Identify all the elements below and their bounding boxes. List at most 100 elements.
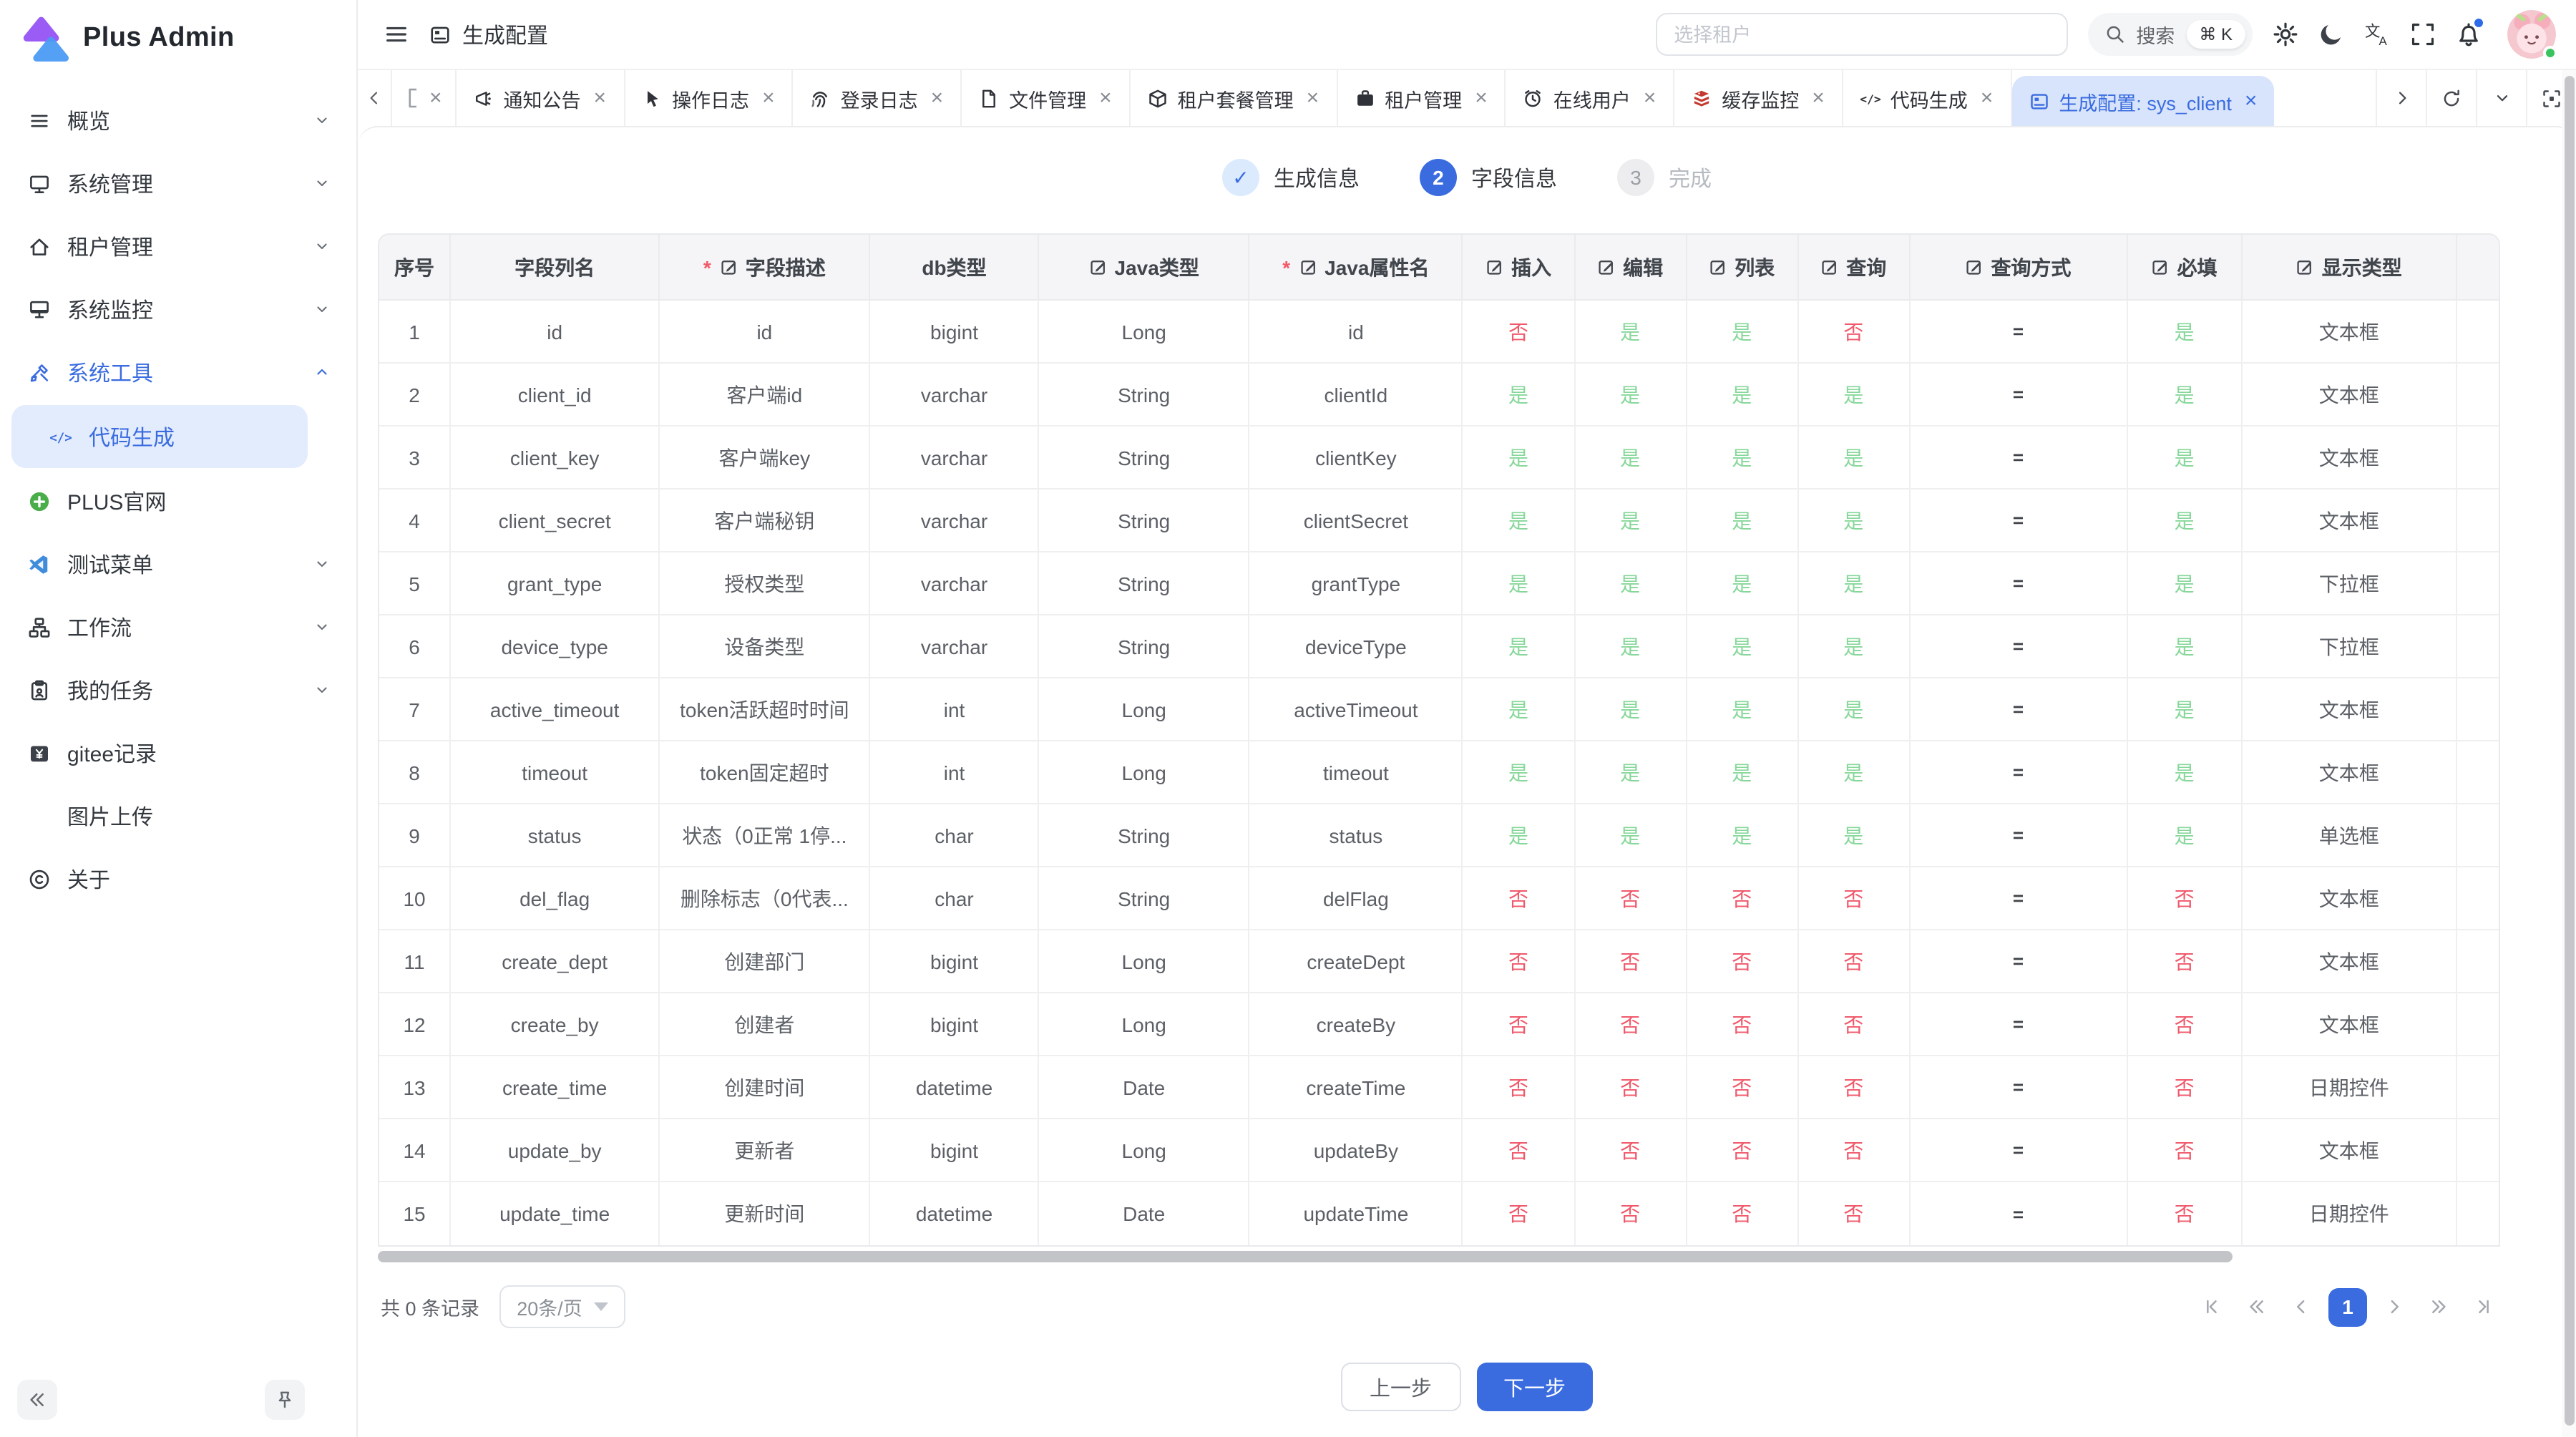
cell-list[interactable]: 否 — [1687, 1182, 1798, 1245]
cell-edit[interactable]: 是 — [1575, 364, 1687, 427]
cell-query_mode[interactable]: = — [1910, 301, 2127, 364]
cell-query[interactable]: 否 — [1798, 867, 1910, 930]
tab-close-icon[interactable]: × — [762, 87, 775, 109]
cell-query[interactable]: 是 — [1798, 489, 1910, 552]
cell-display[interactable]: 下拉框 — [2243, 615, 2457, 678]
cell-java_attr[interactable]: createBy — [1250, 993, 1463, 1056]
cell-java_attr[interactable]: updateBy — [1250, 1119, 1463, 1182]
cell-query_mode[interactable]: = — [1910, 1182, 2127, 1245]
cell-java_attr[interactable]: updateTime — [1250, 1182, 1463, 1245]
cell-display[interactable]: 文本框 — [2243, 741, 2457, 804]
cell-required[interactable]: 是 — [2128, 615, 2243, 678]
sidebar-item-tenant-manage[interactable]: 租户管理 — [0, 215, 356, 278]
cell-query_mode[interactable]: = — [1910, 364, 2127, 427]
tab-close-icon[interactable]: × — [1812, 87, 1825, 109]
cell-edit[interactable]: 否 — [1575, 1056, 1687, 1119]
settings-icon[interactable] — [2273, 21, 2298, 47]
notifications-button[interactable] — [2456, 21, 2482, 47]
first-page-button[interactable] — [2195, 1290, 2230, 1324]
prev-page-button[interactable] — [2284, 1290, 2318, 1324]
cell-query_mode[interactable]: = — [1910, 427, 2127, 489]
cell-insert[interactable]: 是 — [1463, 741, 1575, 804]
cell-display[interactable]: 单选框 — [2243, 804, 2457, 867]
current-page-button[interactable]: 1 — [2328, 1287, 2367, 1326]
cell-edit[interactable]: 是 — [1575, 552, 1687, 615]
cell-java_type[interactable]: Long — [1040, 301, 1250, 364]
cell-display[interactable]: 文本框 — [2243, 930, 2457, 993]
tabs-scroll-right-button[interactable] — [2376, 70, 2426, 126]
tab-1[interactable]: 通知公告× — [457, 70, 625, 126]
cell-query[interactable]: 否 — [1798, 1056, 1910, 1119]
cell-desc[interactable]: 删除标志（0代表... — [660, 867, 870, 930]
page-size-select[interactable]: 20条/页 — [499, 1285, 625, 1328]
cell-java_type[interactable]: String — [1040, 552, 1250, 615]
cell-query_mode[interactable]: = — [1910, 867, 2127, 930]
cell-list[interactable]: 是 — [1687, 552, 1798, 615]
cell-query_mode[interactable]: = — [1910, 489, 2127, 552]
cell-edit[interactable]: 否 — [1575, 993, 1687, 1056]
cell-edit[interactable]: 否 — [1575, 1119, 1687, 1182]
cell-query_mode[interactable]: = — [1910, 1056, 2127, 1119]
cell-query[interactable]: 否 — [1798, 1182, 1910, 1245]
refresh-tab-button[interactable] — [2426, 70, 2476, 126]
tab-close-icon[interactable]: × — [1981, 87, 1994, 109]
cell-desc[interactable]: 客户端key — [660, 427, 870, 489]
tab-9[interactable]: </>代码生成× — [1843, 70, 2012, 126]
cell-insert[interactable]: 否 — [1463, 867, 1575, 930]
cell-java_attr[interactable]: createTime — [1250, 1056, 1463, 1119]
cell-desc[interactable]: 设备类型 — [660, 615, 870, 678]
cell-java_attr[interactable]: id — [1250, 301, 1463, 364]
cell-query[interactable]: 是 — [1798, 741, 1910, 804]
cell-java_type[interactable]: Long — [1040, 678, 1250, 741]
pin-sidebar-button[interactable] — [265, 1380, 305, 1420]
cell-query_mode[interactable]: = — [1910, 678, 2127, 741]
cell-java_attr[interactable]: delFlag — [1250, 867, 1463, 930]
cell-required[interactable]: 是 — [2128, 489, 2243, 552]
next-5-pages-button[interactable] — [2421, 1290, 2456, 1324]
sidebar-item-gitee-log[interactable]: gitee记录 — [0, 721, 356, 784]
cell-insert[interactable]: 否 — [1463, 1119, 1575, 1182]
cell-insert[interactable]: 否 — [1463, 1182, 1575, 1245]
cell-insert[interactable]: 是 — [1463, 552, 1575, 615]
tab-5[interactable]: 租户套餐管理× — [1131, 70, 1338, 126]
cell-query[interactable]: 是 — [1798, 427, 1910, 489]
cell-list[interactable]: 否 — [1687, 930, 1798, 993]
cell-required[interactable]: 是 — [2128, 552, 2243, 615]
fullscreen-icon[interactable] — [2410, 21, 2436, 47]
cell-java_type[interactable]: Long — [1040, 993, 1250, 1056]
cell-desc[interactable]: 更新时间 — [660, 1182, 870, 1245]
cell-query_mode[interactable]: = — [1910, 741, 2127, 804]
table-hscrollbar-thumb[interactable] — [378, 1251, 2233, 1262]
cell-required[interactable]: 是 — [2128, 741, 2243, 804]
cell-insert[interactable]: 否 — [1463, 1056, 1575, 1119]
cell-edit[interactable]: 是 — [1575, 301, 1687, 364]
cell-required[interactable]: 是 — [2128, 427, 2243, 489]
cell-list[interactable]: 是 — [1687, 301, 1798, 364]
cell-java_type[interactable]: Long — [1040, 930, 1250, 993]
cell-java_attr[interactable]: grantType — [1250, 552, 1463, 615]
cell-insert[interactable]: 否 — [1463, 930, 1575, 993]
sidebar-item-overview[interactable]: 概览 — [0, 89, 356, 152]
sidebar-item-system-tools[interactable]: 系统工具 — [0, 341, 356, 404]
cell-query[interactable]: 是 — [1798, 678, 1910, 741]
tab-6[interactable]: 租户管理× — [1337, 70, 1506, 126]
cell-desc[interactable]: 创建时间 — [660, 1056, 870, 1119]
cell-desc[interactable]: id — [660, 301, 870, 364]
cell-desc[interactable]: 更新者 — [660, 1119, 870, 1182]
cell-display[interactable]: 文本框 — [2243, 1119, 2457, 1182]
sidebar-item-system-manage[interactable]: 系统管理 — [0, 152, 356, 215]
sidebar-item-about[interactable]: 关于 — [0, 847, 356, 910]
cell-edit[interactable]: 否 — [1575, 1182, 1687, 1245]
tab-2[interactable]: 操作日志× — [625, 70, 794, 126]
cell-edit[interactable]: 是 — [1575, 741, 1687, 804]
tab-10[interactable]: 生成配置: sys_client× — [2011, 76, 2274, 126]
cell-desc[interactable]: 客户端秘钥 — [660, 489, 870, 552]
window-vscrollbar-thumb[interactable] — [2564, 76, 2574, 1426]
cell-list[interactable]: 是 — [1687, 364, 1798, 427]
cell-list[interactable]: 否 — [1687, 1119, 1798, 1182]
global-search[interactable]: 搜索 ⌘ K — [2087, 13, 2253, 56]
cell-query_mode[interactable]: = — [1910, 615, 2127, 678]
cell-java_type[interactable]: Date — [1040, 1182, 1250, 1245]
cell-required[interactable]: 否 — [2128, 1056, 2243, 1119]
tab-close-icon[interactable]: × — [1475, 87, 1488, 109]
